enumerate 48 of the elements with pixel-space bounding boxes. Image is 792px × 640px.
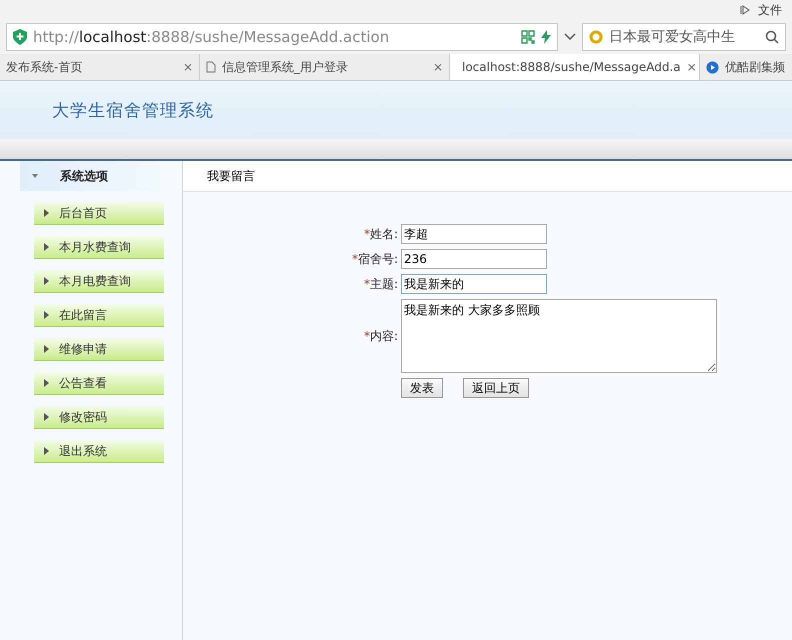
close-icon[interactable]: × [182, 60, 193, 74]
field-label: *内容: [364, 328, 399, 344]
browser-tab[interactable]: localhost:8888/sushe/MessageAdd.a × [450, 54, 700, 80]
input-field[interactable]: 236 [401, 249, 547, 269]
form-button[interactable]: 发表 [401, 378, 443, 398]
field-label: *主题: [364, 276, 399, 292]
address-field[interactable]: http://localhost:8888/sushe/MessageAdd.action [6, 23, 558, 51]
play-circle-icon [706, 60, 719, 74]
caret-icon [44, 447, 49, 455]
lightning-icon[interactable] [541, 30, 551, 44]
sidebar-item[interactable]: 本月水费查询 [34, 236, 164, 259]
sidebar-item[interactable]: 修改密码 [34, 406, 164, 429]
input-field[interactable]: 我是新来的 [401, 274, 547, 294]
field-label: *宿舍号: [352, 250, 399, 268]
caret-icon [44, 209, 49, 217]
sidebar-item[interactable]: 在此留言 [34, 304, 164, 327]
search-field[interactable]: 日本最可爱女高中生 [582, 23, 786, 51]
content-field[interactable]: 我是新来的 大家多多照顾 [401, 299, 717, 373]
caret-icon [44, 243, 49, 251]
ring-icon [589, 30, 603, 44]
caret-icon [44, 379, 49, 387]
close-icon[interactable]: × [686, 60, 697, 74]
caret-icon [44, 345, 49, 353]
qr-icon[interactable] [521, 30, 535, 44]
input-field[interactable]: 李超 [401, 224, 547, 244]
search-icon[interactable] [765, 30, 779, 44]
field-label: *姓名: [364, 226, 399, 242]
form-button[interactable]: 返回上页 [463, 378, 529, 398]
browser-tab[interactable]: 信息管理系统_用户登录 × [200, 54, 450, 80]
caret-icon [44, 277, 49, 285]
page-icon [206, 61, 216, 73]
caret-icon [44, 413, 49, 421]
site-title: 大学生宿舍管理系统 [52, 100, 214, 122]
chevron-down-icon[interactable] [564, 33, 576, 41]
sidebar-item[interactable]: 公告查看 [34, 372, 164, 395]
sidebar-item[interactable]: 退出系统 [34, 440, 164, 463]
play-icon[interactable] [740, 5, 750, 15]
content-heading: 我要留言 [207, 168, 255, 184]
close-icon[interactable]: × [432, 60, 443, 74]
caret-icon [44, 311, 49, 319]
browser-tab[interactable]: 优酷剧集频 [700, 54, 792, 80]
sidebar-item[interactable]: 维修申请 [34, 338, 164, 361]
caret-icon [32, 174, 38, 178]
sidebar-item[interactable]: 后台首页 [34, 202, 164, 225]
shield-icon [13, 29, 27, 45]
browser-tab[interactable]: 发布系统-首页 × [0, 54, 200, 80]
menu-label[interactable]: 文件 [758, 2, 782, 18]
sidebar-item[interactable]: 本月电费查询 [34, 270, 164, 293]
